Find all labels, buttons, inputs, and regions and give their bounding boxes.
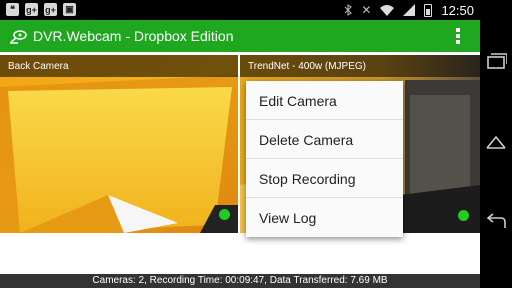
menu-item-delete-camera[interactable]: Delete Camera <box>246 120 403 159</box>
menu-item-edit-camera[interactable]: Edit Camera <box>246 81 403 120</box>
wifi-icon <box>380 4 395 16</box>
signal-icon <box>403 4 416 16</box>
back-icon[interactable] <box>485 212 507 232</box>
google-plus-icon: g+ <box>25 3 38 16</box>
status-time: 12:50 <box>441 2 474 18</box>
overflow-menu-icon[interactable] <box>456 28 460 44</box>
camera-context-menu: Edit Camera Delete Camera Stop Recording… <box>246 81 403 237</box>
navigation-bar <box>480 0 512 288</box>
camera-tile-back[interactable]: Back Camera <box>0 55 238 233</box>
home-icon[interactable] <box>485 134 507 154</box>
app-title: DVR.Webcam - Dropbox Edition <box>33 28 234 44</box>
recording-status-dot <box>458 210 469 221</box>
status-bar: ❝ g+ g+ ▣ ✕ 12:50 <box>0 0 480 20</box>
google-plus-icon: g+ <box>44 3 57 16</box>
camera-label: Back Camera <box>0 55 238 77</box>
webcam-logo-icon <box>10 30 27 44</box>
vibrate-icon: ✕ <box>361 3 372 17</box>
hangouts-icon: ❝ <box>6 3 19 16</box>
camera-label: TrendNet - 400w (MJPEG) <box>240 55 480 77</box>
app-screen: ❝ g+ g+ ▣ ✕ 12:50 DVR.Webcam - Dropbox E… <box>0 0 480 288</box>
recents-icon[interactable] <box>485 52 507 72</box>
battery-icon <box>424 3 433 17</box>
camera-feed-image <box>0 55 238 233</box>
action-bar: DVR.Webcam - Dropbox Edition <box>0 20 480 52</box>
shopping-bag-icon: ▣ <box>63 3 76 16</box>
recording-info-bar: Cameras: 2, Recording Time: 00:09:47, Da… <box>0 274 480 288</box>
menu-item-view-log[interactable]: View Log <box>246 198 403 237</box>
bluetooth-icon <box>345 4 353 16</box>
menu-item-stop-recording[interactable]: Stop Recording <box>246 159 403 198</box>
recording-status-dot <box>219 209 230 220</box>
